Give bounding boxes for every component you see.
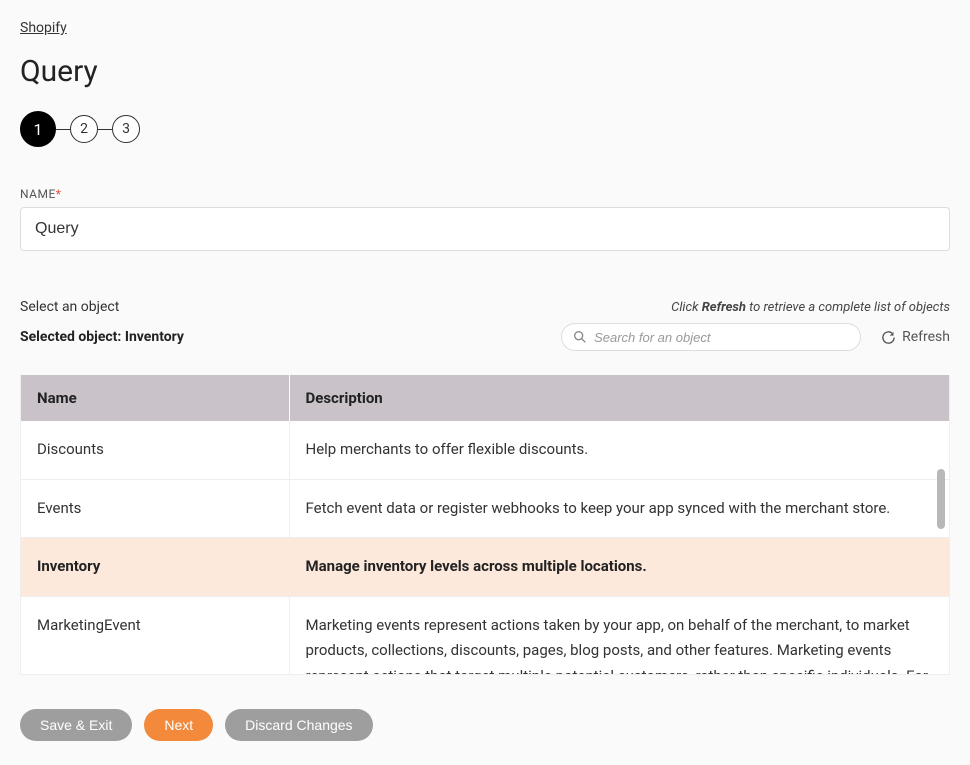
next-button[interactable]: Next [144,709,213,741]
required-indicator: * [56,187,62,201]
table-row[interactable]: EventsFetch event data or register webho… [21,479,949,538]
table-row[interactable]: MarketingEventMarketing events represent… [21,596,949,675]
step-connector [98,129,112,130]
table-row[interactable]: InventoryManage inventory levels across … [21,538,949,597]
cell-name: Events [21,479,289,538]
select-object-label: Select an object [20,299,119,315]
scrollbar-track[interactable] [937,427,947,674]
cell-description: Fetch event data or register webhooks to… [289,479,949,538]
table-row[interactable]: DiscountsHelp merchants to offer flexibl… [21,421,949,479]
cell-description: Help merchants to offer flexible discoun… [289,421,949,479]
search-input[interactable] [594,330,846,345]
table-header-description: Description [289,375,949,421]
save-exit-button[interactable]: Save & Exit [20,709,132,741]
cell-name: Inventory [21,538,289,597]
step-3[interactable]: 3 [112,115,140,143]
name-input[interactable] [20,207,950,251]
refresh-hint: Click Refresh to retrieve a complete lis… [671,300,950,315]
discard-changes-button[interactable]: Discard Changes [225,709,372,741]
step-2[interactable]: 2 [70,115,98,143]
cell-name: Discounts [21,421,289,479]
table-header-name: Name [21,375,289,421]
search-icon [572,329,588,345]
step-connector [56,129,70,130]
scrollbar-thumb[interactable] [937,469,945,529]
cell-description: Marketing events represent actions taken… [289,596,949,675]
step-1[interactable]: 1 [20,111,56,147]
selected-object-text: Selected object: Inventory [20,329,184,345]
breadcrumb-shopify[interactable]: Shopify [20,20,67,36]
object-table-wrap: Name Description DiscountsHelp merchants… [20,375,950,675]
refresh-icon [881,330,896,345]
cell-description: Manage inventory levels across multiple … [289,538,949,597]
refresh-button[interactable]: Refresh [881,329,950,345]
cell-name: MarketingEvent [21,596,289,675]
refresh-label: Refresh [902,329,950,345]
search-wrap [561,323,861,351]
name-field-label: NAME* [20,187,950,201]
footer-buttons: Save & Exit Next Discard Changes [20,709,950,741]
page-title: Query [20,54,950,89]
object-table: Name Description DiscountsHelp merchants… [21,375,949,675]
stepper: 1 2 3 [20,111,950,147]
